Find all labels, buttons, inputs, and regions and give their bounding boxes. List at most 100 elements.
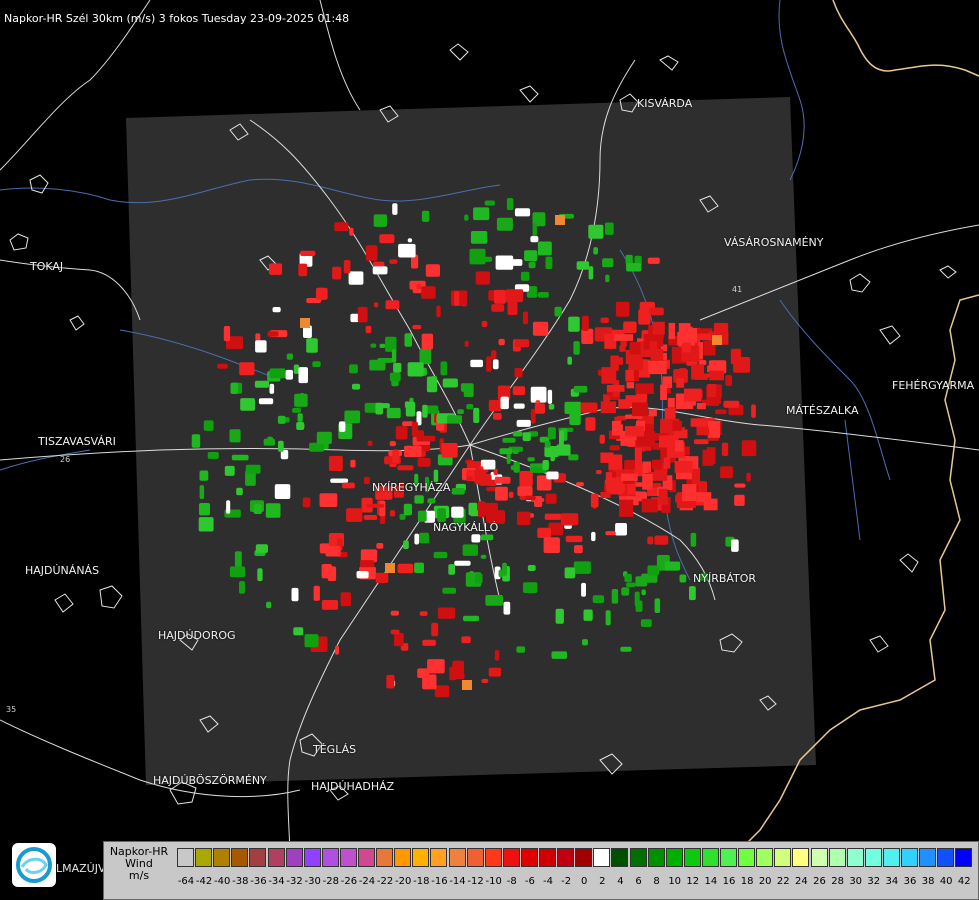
radar-echo	[746, 472, 751, 482]
radar-echo	[568, 316, 580, 332]
radar-echo	[488, 399, 502, 412]
legend-tick-label: 0	[581, 876, 588, 887]
radar-echo	[436, 305, 441, 318]
radar-echo	[266, 601, 272, 609]
radar-echo	[512, 431, 523, 437]
radar-echo	[548, 404, 555, 410]
radar-echo	[573, 561, 591, 574]
town-label-teglas: TÉGLÁS	[313, 743, 357, 756]
radar-echo	[547, 427, 556, 440]
radar-echo	[674, 461, 693, 473]
radar-echo	[405, 401, 416, 417]
radar-echo	[191, 434, 201, 448]
radar-echo	[365, 325, 372, 334]
radar-echo	[447, 415, 463, 424]
town-label-fehergyarmat: FEHÉRGYARMA	[892, 379, 975, 392]
radar-echo	[462, 680, 472, 690]
town-label-tokaj: TOKAJ	[30, 260, 64, 273]
radar-echo	[389, 441, 396, 447]
legend-tick-label: -14	[449, 876, 466, 887]
legend-tick-label: 2	[599, 876, 606, 887]
radar-echo	[389, 259, 398, 264]
radar-echo	[545, 256, 553, 270]
radar-echo	[437, 508, 446, 522]
radar-echo	[217, 363, 228, 369]
radar-echo	[370, 343, 377, 348]
radar-echo	[199, 485, 205, 500]
legend-tick-label: 40	[939, 876, 953, 887]
legend-tick-label: -24	[358, 876, 376, 887]
radar-echo	[620, 646, 632, 652]
radar-echo	[272, 307, 281, 313]
radar-echo	[574, 545, 583, 554]
radar-echo	[421, 210, 430, 222]
radar-echo	[357, 306, 368, 323]
radar-echo	[349, 227, 354, 236]
radar-echo	[403, 540, 409, 550]
radar-echo	[492, 413, 502, 420]
radar-echo	[319, 493, 338, 507]
radar-echo	[442, 378, 458, 388]
radar-echo	[626, 263, 642, 272]
radar-echo	[254, 380, 269, 388]
radar-echo	[505, 289, 524, 303]
radar-echo	[556, 444, 571, 456]
radar-echo	[403, 503, 412, 516]
radar-echo	[664, 561, 681, 571]
radar-echo	[451, 488, 465, 495]
radar-echo	[234, 551, 242, 567]
radar-echo	[512, 449, 519, 454]
radar-echo	[547, 389, 553, 404]
radar-echo	[407, 362, 424, 377]
legend-tick-label: 26	[813, 876, 826, 887]
radar-echo	[528, 261, 536, 269]
radar-echo	[481, 320, 488, 328]
legend-swatch	[756, 848, 774, 867]
radar-echo	[517, 511, 531, 526]
radar-echo	[229, 566, 246, 578]
radar-echo	[298, 263, 308, 277]
radar-echo	[299, 423, 305, 429]
radar-echo	[255, 340, 267, 353]
radar-echo	[390, 610, 399, 616]
legend-tick-label: 12	[686, 876, 700, 887]
radar-echo	[635, 576, 648, 587]
radar-echo	[741, 440, 757, 457]
radar-echo	[306, 338, 318, 353]
radar-echo	[637, 392, 646, 404]
radar-echo	[385, 300, 400, 310]
radar-echo	[662, 376, 673, 388]
legend-tick-label: -42	[195, 876, 213, 887]
radar-echo	[544, 441, 551, 448]
radar-echo	[690, 418, 709, 427]
radar-echo	[601, 367, 617, 384]
radar-echo	[379, 234, 395, 244]
radar-echo	[628, 357, 643, 371]
radar-echo	[675, 371, 684, 379]
radar-echo	[267, 436, 273, 445]
radar-echo	[461, 636, 471, 644]
radar-echo	[663, 457, 671, 469]
radar-echo	[532, 321, 549, 336]
radar-echo	[313, 585, 320, 601]
radar-echo	[372, 266, 388, 275]
radar-echo	[551, 651, 568, 659]
provider-logo-icon	[12, 843, 56, 887]
radar-echo	[596, 470, 602, 475]
radar-echo	[667, 397, 675, 408]
radar-echo	[448, 564, 455, 575]
radar-echo	[199, 470, 209, 481]
radar-echo	[356, 571, 369, 579]
radar-echo	[654, 535, 669, 545]
radar-echo	[506, 198, 514, 211]
radar-echo	[425, 264, 440, 277]
radar-echo	[229, 429, 241, 443]
town-label-nyiregyhaza: NYÍREGYHÁZA	[372, 481, 451, 494]
radar-echo	[654, 598, 661, 613]
radar-echo	[330, 478, 349, 483]
radar-echo	[224, 465, 235, 476]
radar-echo	[634, 447, 642, 464]
radar-echo	[625, 426, 645, 437]
radar-echo	[542, 460, 549, 471]
legend-swatch	[303, 848, 321, 867]
